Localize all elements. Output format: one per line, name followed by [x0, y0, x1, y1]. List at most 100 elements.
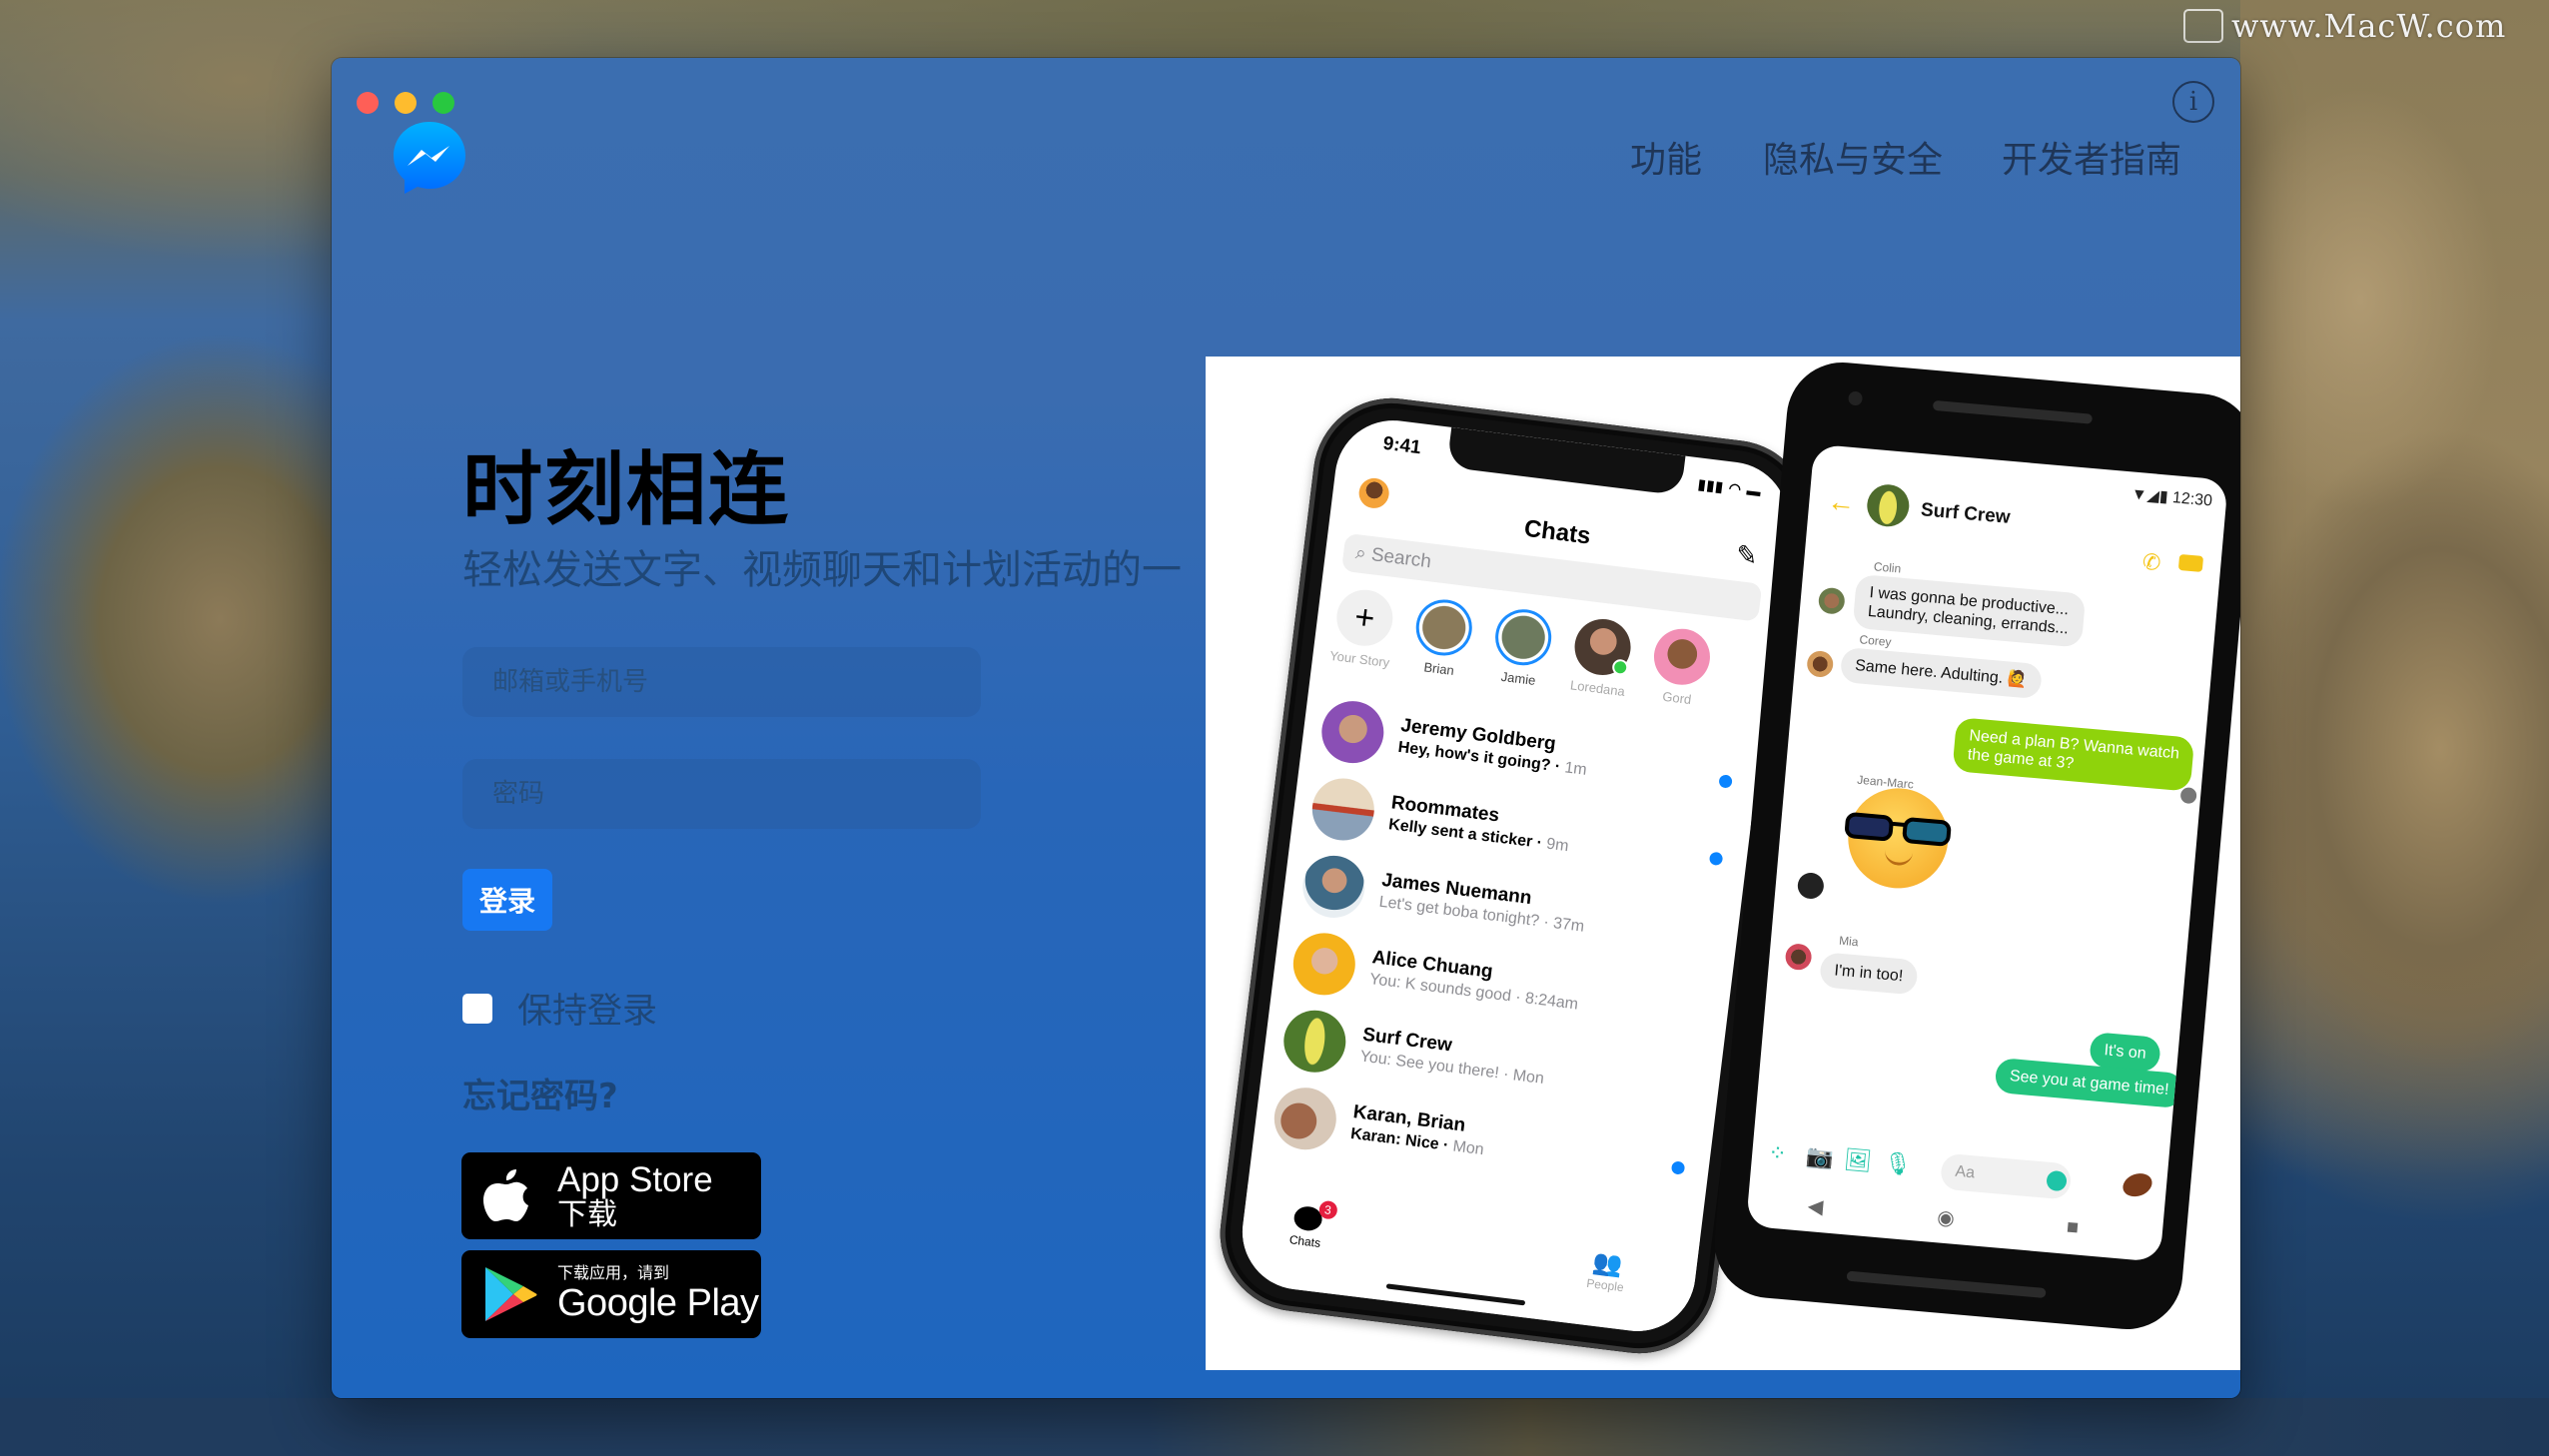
message-bubble: I'm in too! [1819, 952, 1919, 996]
story-item: + Your Story [1324, 586, 1403, 671]
football-quick-reaction-icon [2120, 1169, 2155, 1201]
android-status-time: 12:30 [2171, 489, 2213, 510]
remember-me[interactable]: 保持登录 [462, 983, 657, 1034]
nav-link-developers[interactable]: 开发者指南 [2002, 131, 2181, 183]
message-bubble: Same here. Adulting. 🙋 [1839, 646, 2043, 700]
earpiece-speaker [1932, 399, 2094, 424]
apple-icon [483, 1168, 528, 1221]
remember-me-label[interactable]: 保持登录 [517, 983, 657, 1034]
message-sender: Corey [1858, 632, 1893, 650]
sunglasses-icon [1845, 812, 1952, 847]
story-item: Jamie [1482, 605, 1561, 690]
group-avatar [1865, 482, 1912, 529]
login-button[interactable]: 登录 [462, 869, 552, 931]
gallery-icon: 🖼 [1843, 1145, 1874, 1174]
story-name: Your Story [1328, 647, 1391, 671]
read-receipt-avatar [2179, 786, 2197, 805]
story-avatar [1412, 596, 1475, 659]
sender-avatar [1796, 871, 1825, 901]
chats-unread-badge: 3 [1317, 1199, 1338, 1220]
back-arrow-icon: ← [1826, 485, 1857, 519]
desktop-wallpaper-cliff [2240, 0, 2549, 1178]
chat-avatar [1271, 1084, 1340, 1153]
chat-avatar [1279, 1007, 1349, 1077]
maximize-window-button[interactable] [432, 92, 454, 114]
sender-avatar [1784, 943, 1813, 972]
story-name: Loredana [1569, 677, 1626, 699]
story-avatar [1571, 615, 1634, 679]
tab-label: Chats [1288, 1232, 1321, 1250]
chats-search-placeholder: Search [1369, 544, 1433, 573]
story-item: Gord [1641, 625, 1720, 710]
android-mockup: ▼◢▮ 12:30 ← Surf Crew ✆ Colin I was gonn… [1709, 358, 2240, 1334]
nav-link-privacy-security[interactable]: 隐私与安全 [1763, 131, 1943, 183]
android-back-icon: ◀ [1806, 1194, 1825, 1219]
people-tab-icon: 👥 [1591, 1248, 1625, 1279]
message-bubble-sent: See you at game time! [1994, 1057, 2184, 1109]
google-play-badge-subtitle: 下载应用，请到 [557, 1263, 670, 1282]
nav-link-features[interactable]: 功能 [1630, 131, 1702, 183]
story-name: Brian [1422, 659, 1455, 678]
android-screen: ▼◢▮ 12:30 ← Surf Crew ✆ Colin I was gonn… [1745, 443, 2228, 1262]
chat-list: Jeremy Goldberg Hey, how's it going? · 1… [1264, 691, 1749, 1207]
story-name: Gord [1661, 688, 1693, 708]
remember-me-checkbox[interactable] [462, 993, 492, 1024]
iphone-status-icons: ▮▮▮ ◠ ▬ [1697, 475, 1763, 500]
story-avatar [1650, 625, 1714, 688]
desktop-wallpaper-sea [0, 1398, 2549, 1456]
android-recents-icon: ■ [2066, 1215, 2081, 1239]
chats-tab-icon: 3 [1291, 1199, 1338, 1232]
info-icon[interactable]: i [2172, 81, 2214, 123]
bottom-speaker [1846, 1270, 2047, 1299]
story-avatar [1491, 606, 1555, 669]
story-item: Brian [1403, 595, 1482, 680]
phone-call-icon: ✆ [2140, 548, 2162, 576]
email-input[interactable] [462, 647, 981, 717]
product-screenshot: 9:41 ▮▮▮ ◠ ▬ Chats ✎ ⌕ Search + Your Sto… [1206, 357, 2240, 1370]
password-input[interactable] [462, 759, 981, 829]
app-store-badge-subtitle: 下载 [557, 1196, 617, 1232]
hero-title: 时刻相连 [462, 443, 790, 536]
message-sender: Colin [1873, 559, 1902, 576]
android-status-bar: ▼◢▮ 12:30 [2130, 485, 2213, 510]
chat-avatar [1298, 852, 1368, 922]
forgot-password-link[interactable]: 忘记密码? [462, 1069, 618, 1117]
online-indicator [1611, 658, 1630, 677]
unread-dot [1718, 774, 1733, 789]
google-play-icon [485, 1267, 537, 1321]
sticker-smile [1884, 849, 1914, 867]
watermark-icon [2183, 9, 2223, 43]
chat-avatar [1289, 929, 1359, 999]
iphone-status-time: 9:41 [1381, 432, 1422, 459]
camera-icon: 📷 [1805, 1142, 1835, 1170]
app-window: i 功能 隐私与安全 开发者指南 时刻相连 轻松发送文字、视频聊天和计划活动的一… [332, 58, 2240, 1398]
story-name: Jamie [1499, 668, 1537, 688]
add-story-icon: + [1333, 586, 1396, 649]
video-call-icon [2177, 553, 2204, 572]
android-home-icon: ◉ [1936, 1206, 1956, 1230]
message-bubble-sent: Need a plan B? Wanna watch the game at 3… [1952, 717, 2195, 792]
google-play-badge-title: Google Play [557, 1282, 759, 1324]
conversation-title: Surf Crew [1920, 499, 2012, 528]
home-indicator [1385, 1283, 1526, 1306]
tab-chats: 3 Chats [1288, 1199, 1338, 1250]
iphone-screen: 9:41 ▮▮▮ ◠ ▬ Chats ✎ ⌕ Search + Your Sto… [1236, 413, 1795, 1338]
sender-avatar [1806, 649, 1835, 679]
app-store-badge-title: App Store [557, 1159, 713, 1199]
more-apps-icon: ⁘ [1767, 1139, 1788, 1166]
message-sender: Mia [1838, 933, 1860, 950]
watermark: www.MacW.com [2183, 6, 2506, 46]
google-play-badge[interactable]: 下载应用，请到 Google Play [461, 1250, 761, 1338]
story-item: Loredana [1562, 615, 1641, 700]
watermark-text: www.MacW.com [2231, 7, 2507, 45]
front-camera [1847, 390, 1864, 406]
close-window-button[interactable] [357, 92, 379, 114]
app-store-badge[interactable]: App Store 下载 [461, 1152, 761, 1239]
sender-avatar [1817, 586, 1846, 615]
chat-preview: You: See you there! · Mon [1358, 1048, 1545, 1088]
chat-avatar [1308, 774, 1378, 845]
compose-icon: ✎ [1734, 538, 1760, 572]
messenger-logo-icon[interactable] [390, 118, 469, 198]
iphone-tab-bar: 3 Chats 👥 People [1236, 1182, 1701, 1338]
minimize-window-button[interactable] [395, 92, 417, 114]
